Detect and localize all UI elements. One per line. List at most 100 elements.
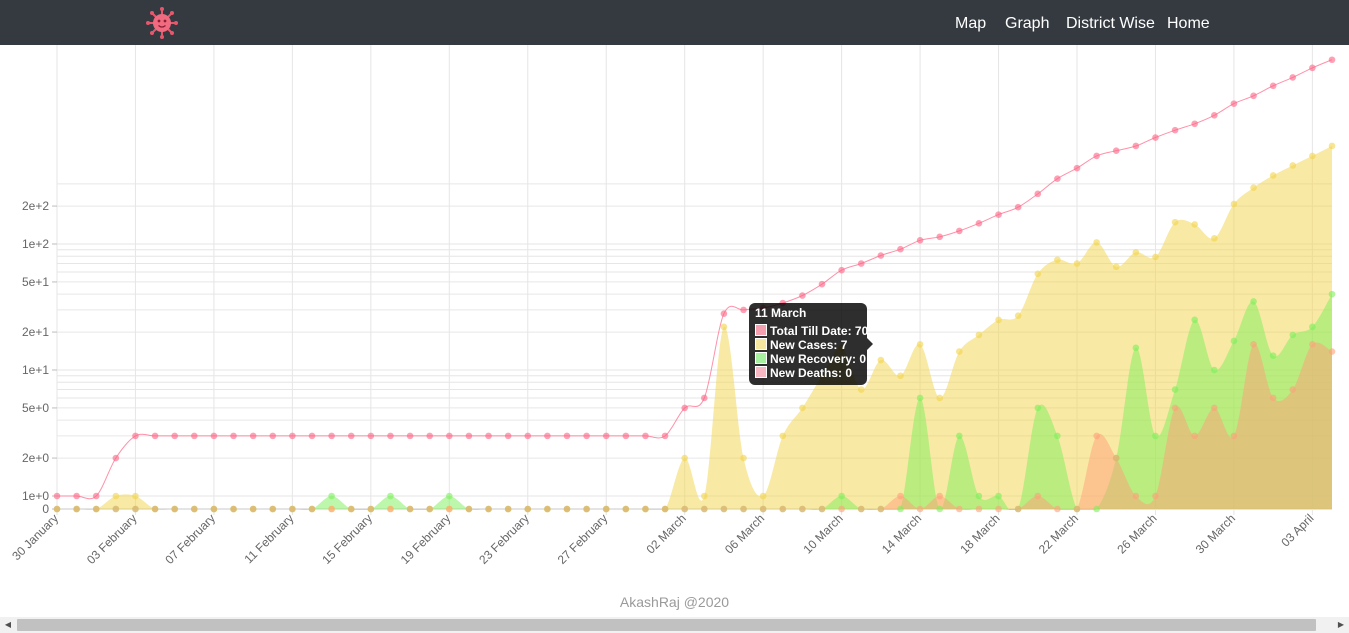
cases-point [1034,270,1042,278]
total-point [230,432,237,440]
x-tick-label: 19 February [398,511,454,567]
deaths-point [838,505,845,513]
total-point [681,404,688,412]
cases-point [916,340,924,348]
total-point [1211,112,1218,119]
total-point [642,432,649,440]
deaths-point [799,505,806,513]
total-point [1093,152,1100,160]
deaths-point [1132,492,1140,500]
recovery-point [956,432,963,440]
cases-point [995,316,1002,324]
total-point [151,432,159,440]
deaths-point [1073,505,1081,513]
total-point [1230,100,1238,107]
cases-point [112,492,120,500]
cases-point [1132,248,1140,256]
nav-district-wise-link[interactable]: District Wise [1066,0,1155,45]
total-point [897,245,904,253]
tooltip-row-cases: New Cases: 7 [755,338,847,352]
total-point [857,260,865,267]
total-point [622,432,630,440]
horizontal-scrollbar[interactable]: ◀ ▶ [0,617,1349,633]
cases-point [1073,260,1081,267]
recovery-point [1152,432,1159,440]
deaths-point [191,505,198,513]
covid-chart: 30 January 03 February 07 February 11 Febru… [9,45,1336,567]
deaths-point [956,505,963,513]
total-point [53,492,61,500]
cases-point [975,331,983,339]
cases-point [1328,142,1336,150]
tooltip-total-label: Total Till Date: 70 [770,324,869,338]
deaths-point [563,505,571,513]
x-tick-label: 18 March [957,511,1002,556]
cases-point [1171,218,1179,226]
total-point [995,211,1002,218]
scrollbar-thumb[interactable] [17,619,1316,631]
deaths-point [583,505,590,513]
recovery-point [897,505,904,513]
tooltip-deaths-label: New Deaths: 0 [770,366,853,380]
cases-point [132,492,139,500]
deaths-point [995,505,1002,513]
nav-map-link[interactable]: Map [955,0,986,45]
total-point [328,432,335,440]
deaths-point [151,505,159,513]
recovery-point [1230,337,1238,345]
recovery-point [1093,505,1100,513]
y-tick-label: 2e+0 [22,451,49,465]
cases-point [759,492,767,500]
scroll-left-icon[interactable]: ◀ [0,617,16,633]
deaths-point [1289,386,1297,393]
deaths-point [446,505,453,513]
deaths-point [681,505,688,513]
deaths-point [975,505,983,513]
nav-home-link[interactable]: Home [1167,0,1210,45]
scroll-right-icon[interactable]: ▶ [1333,617,1349,633]
recovery-point [446,492,453,500]
deaths-point [347,505,355,513]
total-point [406,432,414,440]
nav-graph-link[interactable]: Graph [1005,0,1049,45]
deaths-point [1328,348,1336,355]
recovery-swatch [755,352,767,364]
total-point [1289,74,1297,81]
recovery-point [975,492,983,500]
cases-point [740,454,747,462]
cases-point [1269,172,1277,179]
total-point [1309,64,1316,72]
y-tick-label: 1e+0 [22,489,49,503]
deaths-point [328,505,335,513]
footer-credit: AkashRaj @2020 [619,594,730,610]
deaths-point [367,505,375,513]
deaths-point [92,505,100,513]
total-point [740,306,747,314]
total-point [838,266,845,274]
tooltip-cases-label: New Cases: 7 [770,338,848,352]
cases-point [1054,256,1061,264]
recovery-point [1191,316,1198,324]
x-tick-label: 30 March [1193,511,1238,556]
recovery-point [1269,352,1277,359]
x-tick-label: 27 February [555,511,611,567]
total-point [583,432,590,440]
deaths-point [602,505,610,513]
deaths-point [740,505,747,513]
cases-point [1112,263,1120,271]
total-point [1250,92,1257,100]
recovery-point [1132,344,1140,352]
deaths-point [210,505,218,513]
deaths-point [1211,404,1218,412]
x-tick-label: 22 March [1036,511,1081,556]
deaths-point [53,505,61,513]
deaths-point [759,505,767,513]
virus-icon[interactable] [145,6,179,40]
cases-point [1309,152,1316,160]
chart-tooltip: 11 March Total Till Date: 70 New Cases: … [749,303,873,385]
deaths-point [171,505,178,513]
cases-point [877,356,885,364]
total-point [1054,175,1061,182]
x-tick-label: 11 February [241,511,296,566]
total-point [249,432,257,440]
